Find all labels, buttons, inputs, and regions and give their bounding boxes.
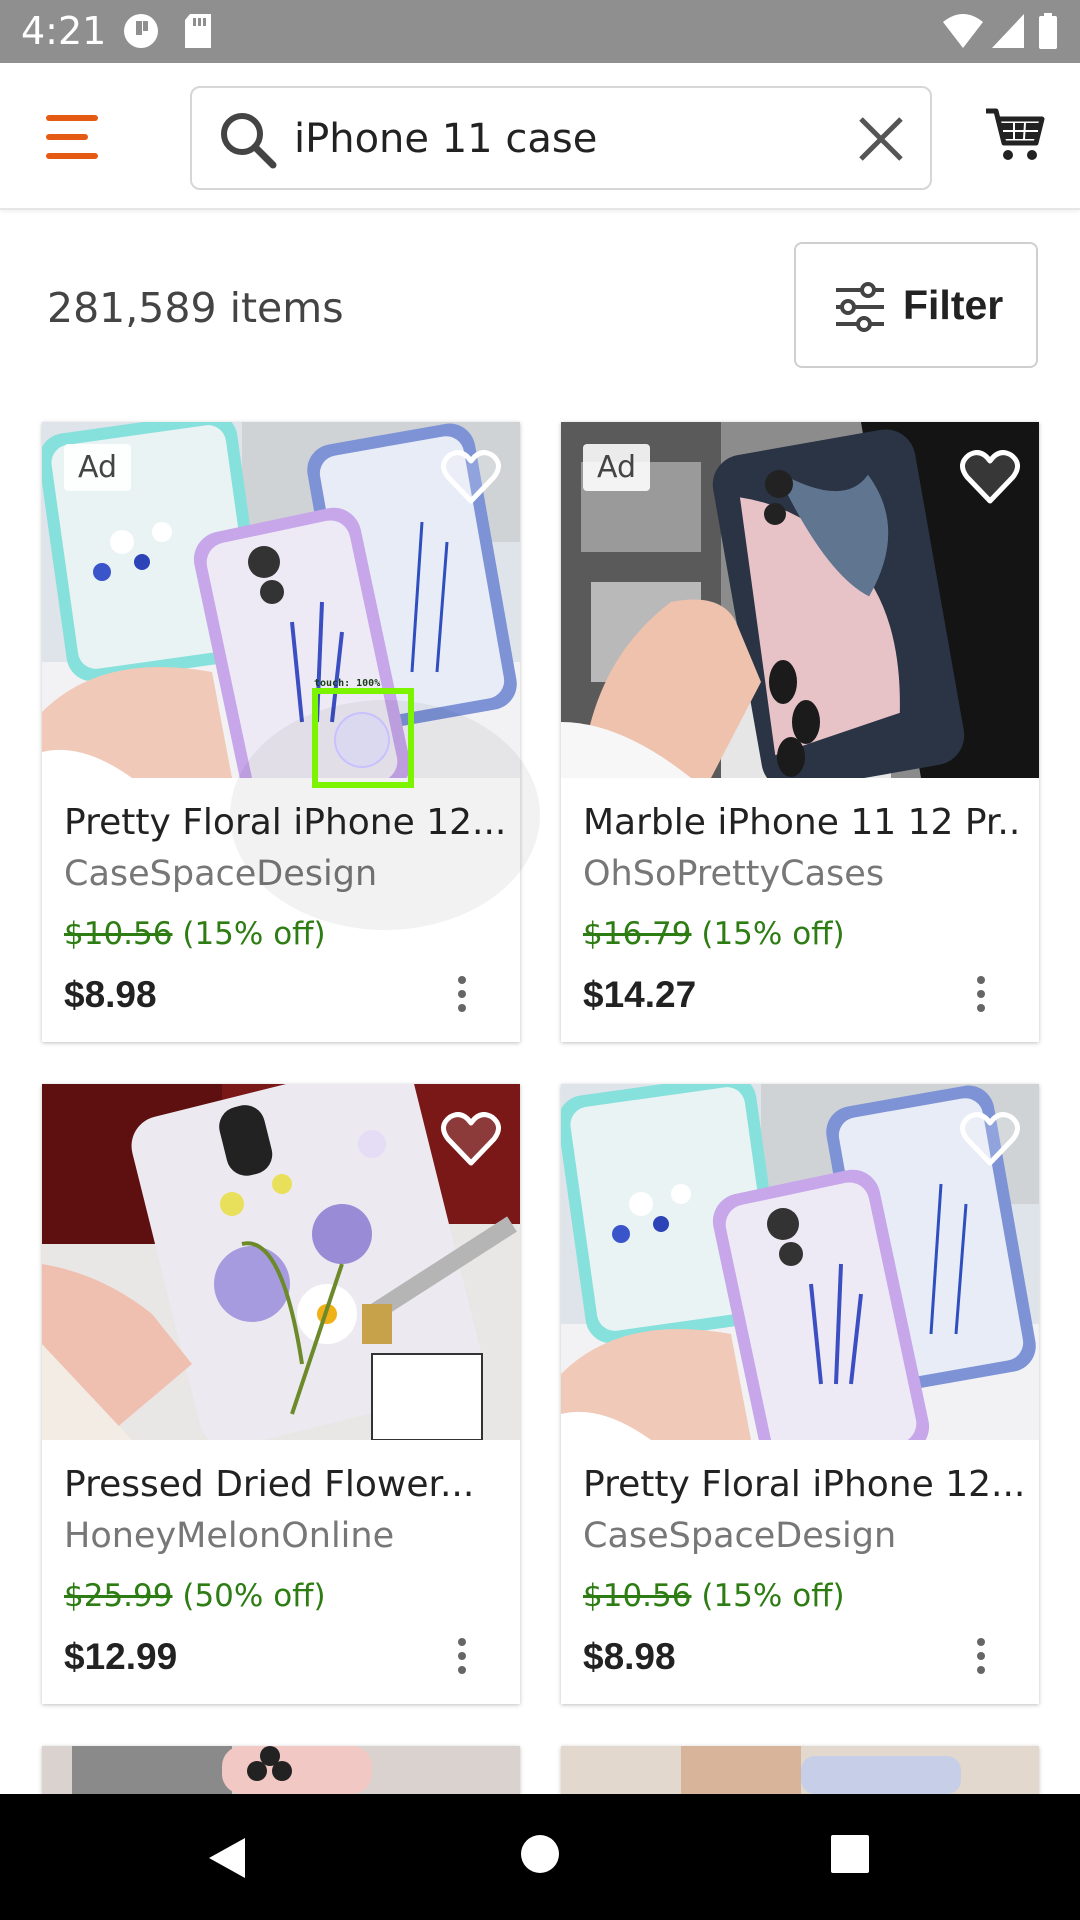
product-card[interactable]: Ad Marble iPhone 11 12 Pr... OhSoPrettyC… xyxy=(561,422,1039,1042)
product-image[interactable] xyxy=(561,1084,1039,1440)
cart-icon[interactable] xyxy=(984,103,1046,170)
sliders-icon xyxy=(834,282,886,337)
sale-price: $8.98 xyxy=(583,1636,676,1677)
more-options-icon[interactable] xyxy=(442,1634,482,1684)
back-icon[interactable] xyxy=(205,1834,249,1887)
price-discount: $10.56 (15% off) xyxy=(64,916,326,952)
discount-percent: (50% off) xyxy=(182,1578,326,1614)
touch-indicator-box xyxy=(312,688,414,788)
sale-price: $8.98 xyxy=(64,974,157,1015)
navigation-bar xyxy=(0,1794,1080,1920)
app-bar: iPhone 11 case xyxy=(0,63,1080,210)
product-card[interactable]: Ad Pretty Floral iPhone 12... CaseSpaceD… xyxy=(42,422,520,1042)
shop-name: CaseSpaceDesign xyxy=(64,854,378,894)
close-icon[interactable] xyxy=(858,116,904,167)
product-image[interactable] xyxy=(42,1746,520,1794)
product-title[interactable]: Pressed Dried Flower... xyxy=(64,1464,504,1505)
product-title[interactable]: Pretty Floral iPhone 12... xyxy=(583,1464,1023,1505)
discount-percent: (15% off) xyxy=(701,1578,845,1614)
original-price: $10.56 xyxy=(64,916,173,952)
sale-price: $14.27 xyxy=(583,974,697,1015)
heart-icon[interactable] xyxy=(440,1108,502,1170)
product-image[interactable]: Ad xyxy=(42,422,520,778)
price-discount: $10.56 (15% off) xyxy=(583,1578,845,1614)
product-card[interactable] xyxy=(561,1746,1039,1794)
ad-badge: Ad xyxy=(583,444,651,491)
product-image[interactable]: Ad xyxy=(561,422,1039,778)
more-options-icon[interactable] xyxy=(961,972,1001,1022)
shop-name: OhSoPrettyCases xyxy=(583,854,885,894)
wifi-icon xyxy=(942,12,984,55)
status-time: 4:21 xyxy=(21,9,107,53)
heart-icon[interactable] xyxy=(440,446,502,508)
shop-name: CaseSpaceDesign xyxy=(583,1516,897,1556)
battery-icon xyxy=(1038,12,1058,55)
product-card[interactable]: Pressed Dried Flower... HoneyMelonOnline… xyxy=(42,1084,520,1704)
status-bar: 4:21 xyxy=(0,0,1080,63)
sale-price: $12.99 xyxy=(64,1636,178,1677)
search-query: iPhone 11 case xyxy=(294,116,598,162)
shop-name: HoneyMelonOnline xyxy=(64,1516,395,1556)
product-card[interactable] xyxy=(42,1746,520,1794)
original-price: $16.79 xyxy=(583,916,692,952)
filter-label: Filter xyxy=(903,282,1004,328)
original-price: $25.99 xyxy=(64,1578,173,1614)
product-title[interactable]: Marble iPhone 11 12 Pr... xyxy=(583,802,1023,843)
results-count: 281,589 items xyxy=(47,284,344,332)
heart-icon[interactable] xyxy=(959,446,1021,508)
product-image[interactable] xyxy=(561,1746,1039,1794)
touch-indicator-label: touch: 100% xyxy=(314,678,381,689)
product-card[interactable]: Pretty Floral iPhone 12... CaseSpaceDesi… xyxy=(561,1084,1039,1704)
ad-badge: Ad xyxy=(64,444,132,491)
more-options-icon[interactable] xyxy=(961,1634,1001,1684)
product-title[interactable]: Pretty Floral iPhone 12... xyxy=(64,802,504,843)
recent-apps-icon[interactable] xyxy=(830,1834,870,1879)
filter-button[interactable]: Filter xyxy=(794,242,1038,368)
search-input[interactable]: iPhone 11 case xyxy=(190,86,932,190)
heart-icon[interactable] xyxy=(959,1108,1021,1170)
home-icon[interactable] xyxy=(520,1834,560,1879)
more-options-icon[interactable] xyxy=(442,972,482,1022)
hamburger-menu-icon[interactable] xyxy=(46,115,98,159)
price-discount: $16.79 (15% off) xyxy=(583,916,845,952)
discount-percent: (15% off) xyxy=(182,916,326,952)
discount-percent: (15% off) xyxy=(701,916,845,952)
notification-icon xyxy=(122,12,160,55)
original-price: $10.56 xyxy=(583,1578,692,1614)
product-image[interactable] xyxy=(42,1084,520,1440)
search-icon xyxy=(218,110,278,175)
signal-icon xyxy=(990,12,1026,55)
price-discount: $25.99 (50% off) xyxy=(64,1578,326,1614)
sd-card-icon xyxy=(183,12,213,55)
